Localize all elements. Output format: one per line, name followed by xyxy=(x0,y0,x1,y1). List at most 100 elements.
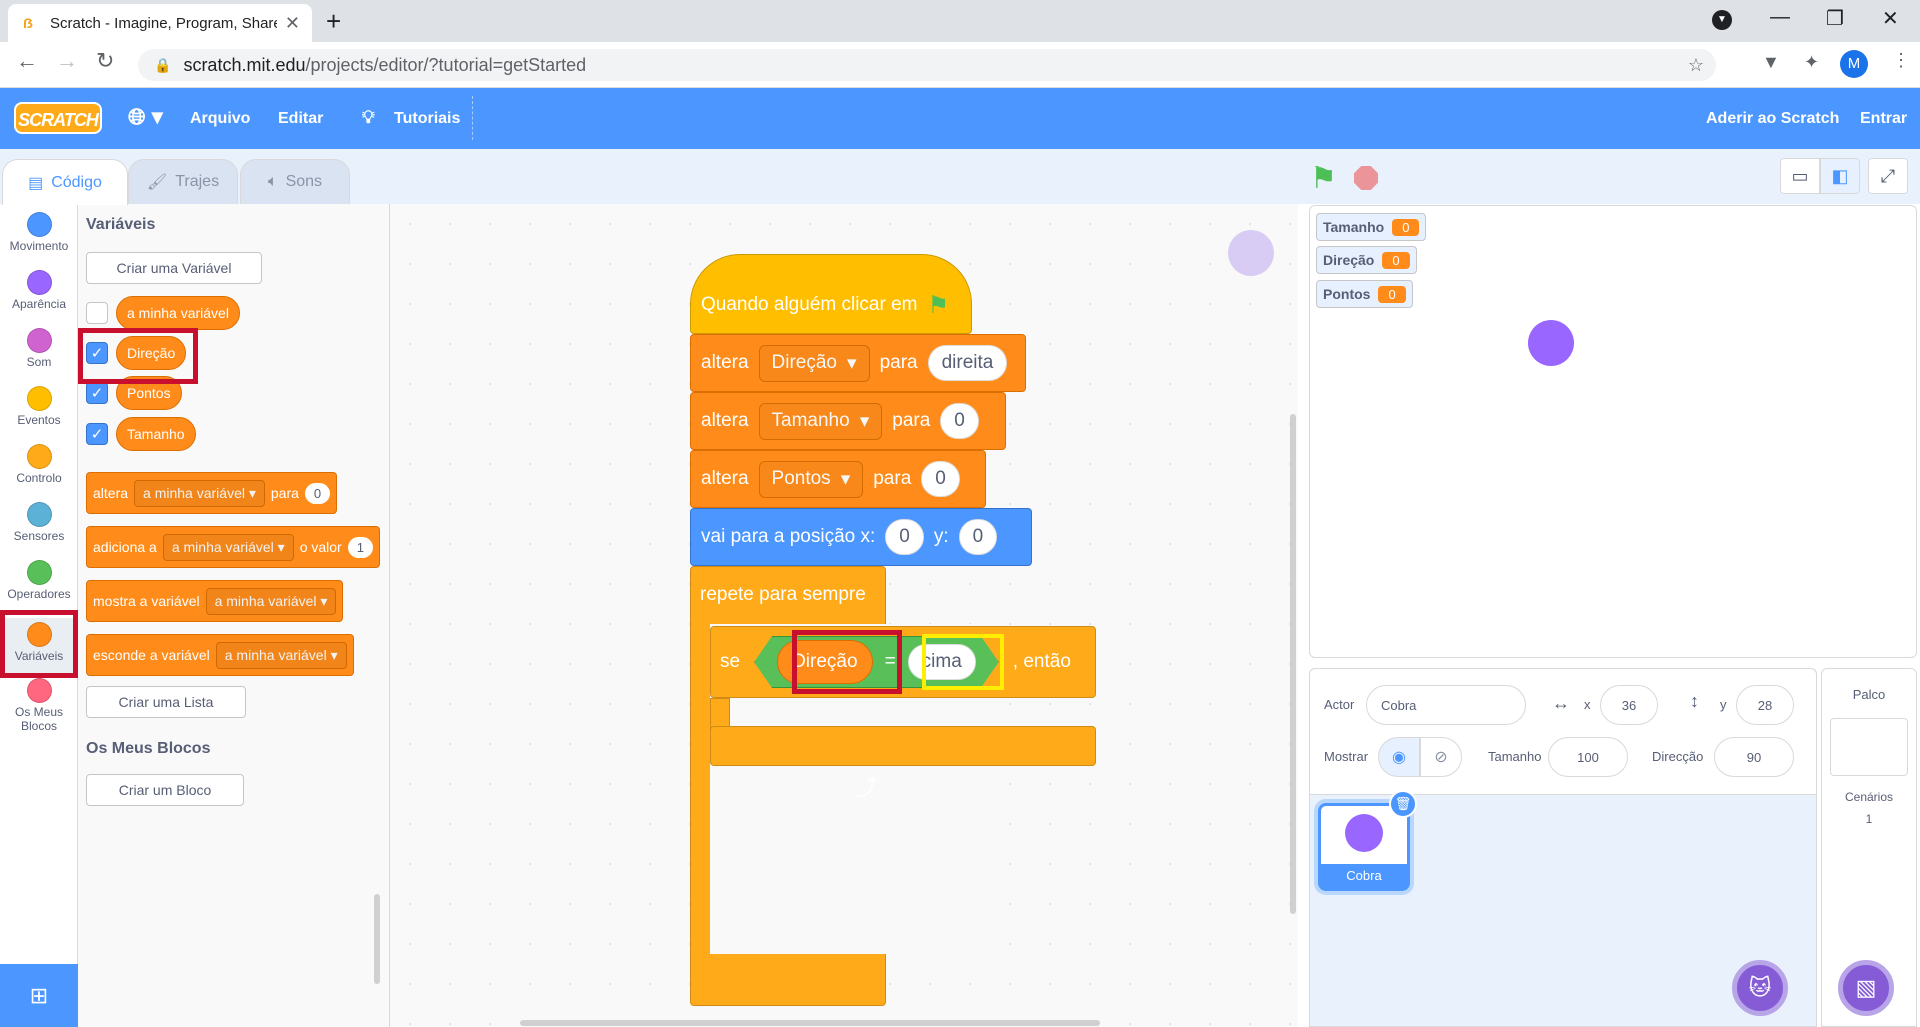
menu-editar[interactable]: Editar xyxy=(278,110,323,128)
sign-in-link[interactable]: Entrar xyxy=(1860,110,1907,128)
chevron-down-icon: ▾ xyxy=(847,352,857,374)
variable-dropdown[interactable]: Direção ▾ xyxy=(758,344,870,382)
join-scratch-link[interactable]: Aderir ao Scratch xyxy=(1706,110,1839,128)
variable-dropdown[interactable]: Pontos ▾ xyxy=(758,460,864,498)
close-window-icon[interactable]: ✕ xyxy=(1882,6,1899,31)
set-pontos-block[interactable]: altera Pontos ▾ para 0 xyxy=(690,450,986,508)
variable-dropdown[interactable]: a minha variável ▾ xyxy=(134,479,265,507)
menu-arquivo[interactable]: Arquivo xyxy=(190,110,250,128)
hide-eye-icon[interactable]: ⊘ xyxy=(1420,737,1462,777)
fullscreen-icon[interactable]: ⤢ xyxy=(1868,158,1908,194)
variable-monitor[interactable]: Direção 0 xyxy=(1316,246,1417,274)
speaker-icon: 🔈︎ xyxy=(267,173,278,190)
restore-icon[interactable]: ❐ xyxy=(1826,6,1844,31)
add-extension-button[interactable]: ⊞ xyxy=(0,964,78,1027)
goto-xy-block[interactable]: vai para a posição x: 0 y: 0 xyxy=(690,508,1032,566)
workspace-v-scrollbar[interactable] xyxy=(1290,414,1296,914)
reload-icon[interactable]: ↻ xyxy=(96,48,114,74)
variable-dropdown[interactable]: a minha variável ▾ xyxy=(205,587,337,615)
small-stage-icon[interactable]: ▭ xyxy=(1780,158,1820,194)
category-operadores[interactable]: Operadores xyxy=(0,560,78,601)
variable-monitor[interactable]: Pontos 0 xyxy=(1316,280,1413,308)
chrome-menu-icon[interactable]: ▼ xyxy=(1712,10,1732,30)
url-input[interactable]: 🔒 scratch.mit.edu /projects/editor/?tuto… xyxy=(138,49,1716,81)
size-input[interactable]: 100 xyxy=(1548,737,1628,777)
x-input[interactable]: 36 xyxy=(1600,685,1658,725)
variable-checkbox[interactable]: ✓ xyxy=(86,382,108,404)
stage-thumbnail[interactable] xyxy=(1830,718,1908,776)
puzzle-extensions-icon[interactable]: ✦ xyxy=(1804,52,1819,73)
variable-dropdown[interactable]: a minha variável ▾ xyxy=(215,641,347,669)
create-list-button[interactable]: Criar uma Lista xyxy=(86,686,246,718)
y-field[interactable]: 0 xyxy=(958,519,998,555)
minimize-icon[interactable]: — xyxy=(1770,6,1790,29)
value-field[interactable]: 1 xyxy=(347,536,373,558)
browser-tab[interactable]: ẞ Scratch - Imagine, Program, Share ✕ xyxy=(8,4,312,42)
variable-checkbox[interactable]: ✓ xyxy=(86,423,108,445)
value-field[interactable]: 0 xyxy=(921,461,960,497)
new-tab-button[interactable]: + xyxy=(326,6,341,37)
tab-codigo[interactable]: ▤ Código xyxy=(2,159,128,205)
profile-avatar[interactable]: M xyxy=(1840,50,1868,78)
category-sensores[interactable]: Sensores xyxy=(0,502,78,543)
hide-variable-block[interactable]: esconde a variável a minha variável ▾ xyxy=(86,634,354,676)
palette-scrollbar[interactable] xyxy=(374,894,380,984)
extension-icon[interactable]: ▼ xyxy=(1762,52,1780,73)
category-label: Eventos xyxy=(17,413,61,427)
highlight-box xyxy=(0,610,78,678)
set-tamanho-block[interactable]: altera Tamanho ▾ para 0 xyxy=(690,392,1006,450)
choose-sprite-button[interactable]: 🐱︎ xyxy=(1732,960,1788,1016)
category-som[interactable]: Som xyxy=(0,328,78,369)
variable-reporter[interactable]: Tamanho xyxy=(116,417,196,451)
language-globe-icon[interactable]: 🌐︎ ▾ xyxy=(128,104,163,130)
choose-backdrop-button[interactable]: ▧ xyxy=(1838,960,1894,1016)
delete-sprite-icon[interactable]: 🗑︎ xyxy=(1389,790,1417,818)
stage-canvas[interactable]: Tamanho 0 Direção 0 Pontos 0 xyxy=(1309,205,1917,658)
code-workspace[interactable]: Quando alguém clicar em ⚑ altera Direção… xyxy=(390,204,1659,1027)
category-movimento[interactable]: Movimento xyxy=(0,212,78,253)
green-flag-icon[interactable]: ⚑ xyxy=(1310,161,1337,196)
back-icon[interactable]: ← xyxy=(16,48,38,74)
category-eventos[interactable]: Eventos xyxy=(0,386,78,427)
category-label: Controlo xyxy=(16,471,62,485)
create-variable-button[interactable]: Criar uma Variável xyxy=(86,252,262,284)
tab-sons[interactable]: 🔈︎ Sons xyxy=(240,159,350,204)
value-field[interactable]: direita xyxy=(927,345,1008,381)
when-flag-clicked-block[interactable]: Quando alguém clicar em ⚑ xyxy=(690,254,972,334)
close-tab-icon[interactable]: ✕ xyxy=(285,13,300,34)
more-menu-icon[interactable]: ⋮ xyxy=(1892,50,1910,71)
create-block-button[interactable]: Criar um Bloco xyxy=(86,774,244,806)
value-field[interactable]: 0 xyxy=(304,482,331,504)
block-text: altera xyxy=(701,352,749,373)
normal-stage-icon[interactable]: ◧ xyxy=(1820,158,1860,194)
category-aparência[interactable]: Aparência xyxy=(0,270,78,311)
variable-checkbox[interactable] xyxy=(86,302,108,324)
sprite-name-input[interactable]: Cobra xyxy=(1366,685,1526,725)
forward-icon[interactable]: → xyxy=(56,48,78,74)
show-eye-icon[interactable]: ◉ xyxy=(1378,737,1420,777)
tab-trajes[interactable]: 🖌︎ Trajes xyxy=(128,159,238,204)
variable-dropdown[interactable]: Tamanho ▾ xyxy=(758,402,883,440)
set-direcao-block[interactable]: altera Direção ▾ para direita xyxy=(690,334,1026,392)
variable-monitor[interactable]: Tamanho 0 xyxy=(1316,213,1427,241)
y-input[interactable]: 28 xyxy=(1736,685,1794,725)
x-field[interactable]: 0 xyxy=(885,519,924,555)
bookmark-star-icon[interactable]: ☆ xyxy=(1688,55,1704,76)
sprite-tile[interactable]: Cobra 🗑︎ xyxy=(1318,790,1417,891)
change-variable-block[interactable]: adiciona a a minha variável ▾ o valor 1 xyxy=(86,526,380,568)
stop-icon[interactable] xyxy=(1354,166,1378,190)
dropdown-label: a minha variável xyxy=(171,538,274,555)
workspace-h-scrollbar[interactable] xyxy=(520,1020,1100,1026)
menu-tutoriais[interactable]: Tutoriais xyxy=(394,110,460,128)
value-field[interactable]: 0 xyxy=(940,403,979,439)
scratch-menubar: SCRATCH 🌐︎ ▾ Arquivo Editar 💡︎ Tutoriais… xyxy=(0,88,1920,149)
category-os-meus[interactable]: Os Meus Blocos xyxy=(0,678,78,733)
show-variable-block[interactable]: mostra a variável a minha variável ▾ xyxy=(86,580,344,622)
cobra-sprite[interactable] xyxy=(1528,320,1574,366)
category-controlo[interactable]: Controlo xyxy=(0,444,78,485)
set-variable-block[interactable]: altera a minha variável ▾ para 0 xyxy=(86,472,338,514)
variable-dropdown[interactable]: a minha variável ▾ xyxy=(162,533,294,561)
variable-reporter[interactable]: a minha variável xyxy=(116,296,240,330)
direction-input[interactable]: 90 xyxy=(1714,737,1794,777)
scratch-logo[interactable]: SCRATCH xyxy=(14,102,102,134)
